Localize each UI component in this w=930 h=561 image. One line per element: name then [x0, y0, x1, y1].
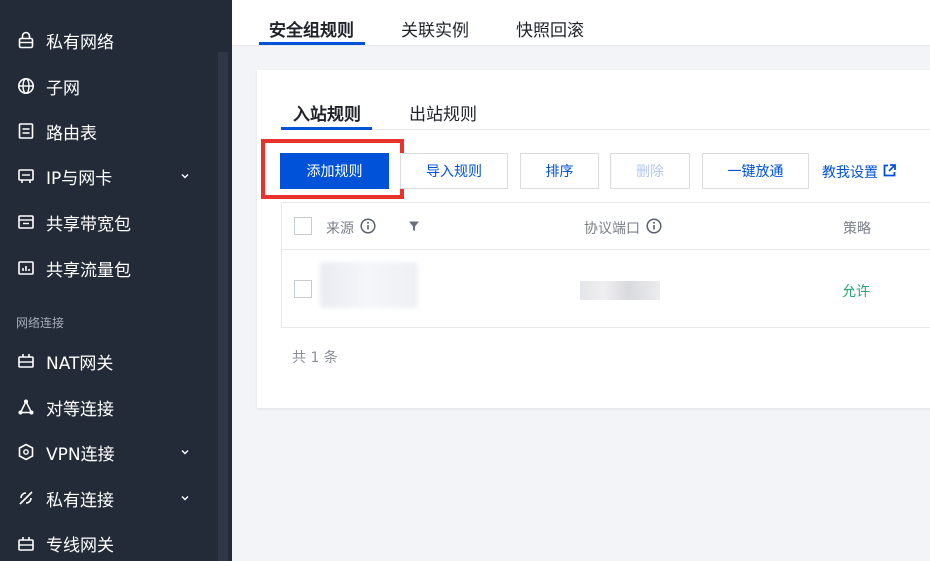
- external-link-icon: [883, 163, 896, 181]
- sidebar-item-label: 专线网关: [46, 535, 114, 556]
- bandwidth-package-icon: [16, 212, 36, 232]
- column-protocol-port: 协议端口: [584, 218, 662, 238]
- nav-group-label: 网络连接: [16, 316, 65, 330]
- sidebar-item-ip-nic[interactable]: IP与网卡: [0, 156, 218, 196]
- sidebar-item-dedicated-gateway[interactable]: 专线网关: [0, 523, 218, 561]
- sidebar-item-peering[interactable]: 对等连接: [0, 387, 218, 427]
- chevron-down-icon[interactable]: [178, 491, 192, 505]
- column-protocol-port-label: 协议端口: [584, 221, 640, 237]
- policy-allow: 允许: [842, 284, 870, 300]
- delete-button[interactable]: 删除: [610, 153, 690, 189]
- traffic-package-icon: [16, 258, 36, 278]
- sidebar-item-label: VPN连接: [46, 444, 115, 465]
- active-tab-indicator: [259, 42, 365, 45]
- sidebar-item-shared-traffic[interactable]: 共享流量包: [0, 248, 218, 288]
- allow-all-button[interactable]: 一键放通: [702, 153, 809, 189]
- route-table-icon: [16, 121, 36, 141]
- sidebar-item-private-link[interactable]: 私有连接: [0, 478, 218, 518]
- sidebar-item-label: 子网: [46, 78, 80, 99]
- redacted-protocol-port: [580, 281, 660, 300]
- redacted-source: [320, 262, 418, 308]
- dedicated-gateway-icon: [16, 533, 36, 553]
- column-source: 来源: [326, 218, 376, 238]
- info-icon[interactable]: [360, 218, 376, 238]
- sidebar-item-label: NAT网关: [46, 353, 114, 374]
- sidebar: 私有网络 子网 路由表 IP与网卡 共享带宽包 共享流量包 网络连接 NAT网关…: [0, 0, 232, 561]
- rules-table: 来源 协议端口 策略 允许: [281, 202, 930, 328]
- import-rule-button[interactable]: 导入规则: [400, 153, 508, 189]
- nat-gateway-icon: [16, 351, 36, 371]
- sidebar-item-label: IP与网卡: [46, 168, 113, 189]
- sidebar-scrollbar[interactable]: [218, 52, 228, 561]
- sidebar-item-label: 私有网络: [46, 32, 114, 53]
- sidebar-item-label: 对等连接: [46, 399, 114, 420]
- sidebar-item-label: 共享流量包: [46, 260, 131, 281]
- sidebar-item-private-network[interactable]: 私有网络: [0, 20, 218, 60]
- select-all-checkbox[interactable]: [294, 217, 312, 235]
- tab-snapshot-rollback[interactable]: 快照回滚: [516, 16, 584, 41]
- tab-outbound-rules[interactable]: 出站规则: [409, 100, 477, 125]
- row-checkbox[interactable]: [294, 280, 312, 298]
- info-icon[interactable]: [646, 218, 662, 238]
- sub-tabs-divider: [281, 129, 930, 130]
- vpn-icon: [16, 442, 36, 462]
- chevron-down-icon[interactable]: [178, 169, 192, 183]
- sidebar-item-label: 共享带宽包: [46, 214, 131, 235]
- chevron-down-icon[interactable]: [178, 445, 192, 459]
- sidebar-item-label: 路由表: [46, 123, 97, 144]
- sidebar-item-nat-gateway[interactable]: NAT网关: [0, 341, 218, 381]
- sidebar-item-subnet[interactable]: 子网: [0, 66, 218, 106]
- network-card-icon: [16, 166, 36, 186]
- sort-button[interactable]: 排序: [520, 153, 599, 189]
- tab-associated-instances[interactable]: 关联实例: [401, 16, 469, 41]
- sidebar-item-shared-bandwidth[interactable]: 共享带宽包: [0, 202, 218, 242]
- help-link-label: 教我设置: [822, 165, 878, 181]
- highlight-annotation: [261, 139, 404, 199]
- tab-security-group-rules[interactable]: 安全组规则: [269, 16, 354, 41]
- private-link-icon: [16, 488, 36, 508]
- total-count: 共 1 条: [292, 350, 338, 366]
- sidebar-item-route-table[interactable]: 路由表: [0, 111, 218, 151]
- peering-icon: [16, 397, 36, 417]
- tab-inbound-rules[interactable]: 入站规则: [293, 100, 361, 125]
- lock-icon: [16, 30, 36, 50]
- sidebar-item-label: 私有连接: [46, 490, 114, 511]
- column-source-label: 来源: [326, 221, 354, 237]
- help-setup-link[interactable]: 教我设置: [822, 162, 896, 182]
- column-policy-label: 策略: [843, 221, 871, 237]
- table-header: 来源 协议端口 策略: [282, 203, 930, 250]
- sidebar-item-vpn[interactable]: VPN连接: [0, 432, 218, 472]
- globe-icon: [16, 76, 36, 96]
- filter-icon[interactable]: [408, 220, 420, 232]
- column-policy: 策略: [843, 218, 871, 238]
- active-subtab-indicator: [281, 127, 372, 130]
